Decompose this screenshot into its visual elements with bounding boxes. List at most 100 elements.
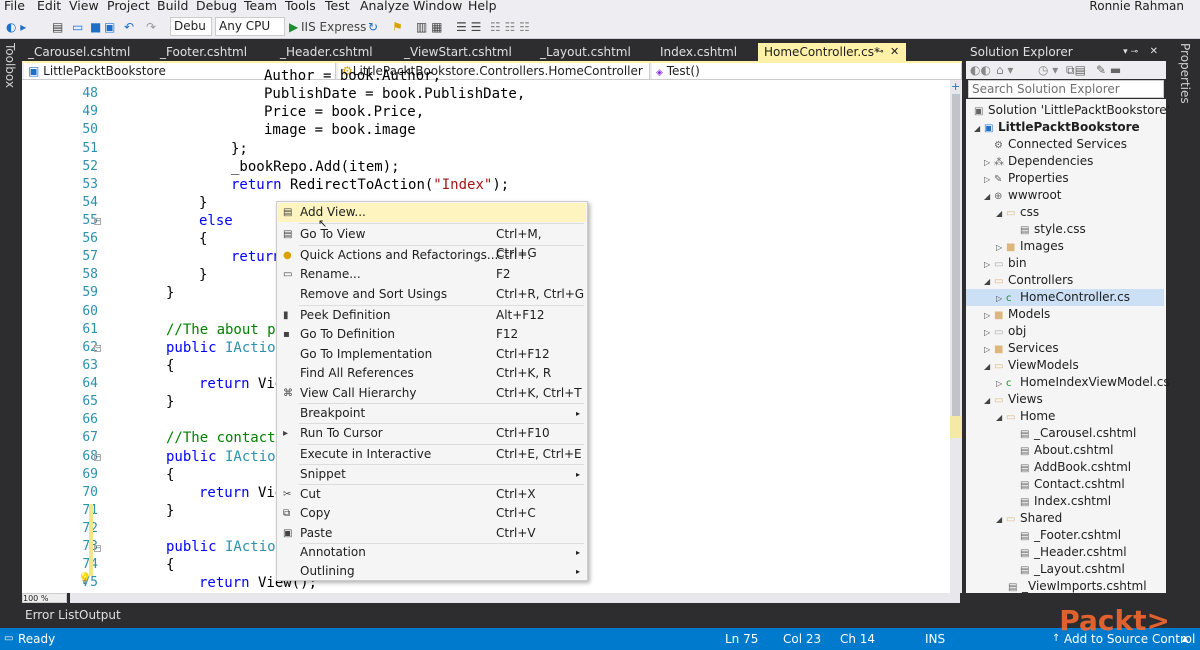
menu-item-view-call-hierarchy[interactable]: ⌘ View Call Hierarchy Ctrl+K, Ctrl+T [278, 384, 586, 403]
collapse-icon[interactable]: ◢ [996, 409, 1006, 426]
collapse-icon[interactable]: ◢ [984, 273, 994, 290]
expand-icon[interactable]: ▷ [984, 307, 994, 324]
close-icon[interactable]: ✕ [1150, 43, 1158, 61]
tree-item-obj[interactable]: ▷ ▭ obj [984, 323, 1026, 340]
tree-item-controllers[interactable]: ◢ ▭ Controllers [984, 272, 1073, 289]
dropdown-icon[interactable]: ▾ ⊸ [1123, 43, 1138, 61]
tab-footer[interactable]: _Footer.cshtml [154, 43, 272, 61]
collapse-icon[interactable]: ◢ [996, 205, 1006, 222]
tree-item-connected-services[interactable]: ⚙ Connected Services [994, 136, 1127, 153]
menu-item-run-to-cursor[interactable]: ▸ Run To Cursor Ctrl+F10 [278, 424, 586, 443]
redo-icon[interactable]: ↷ [146, 19, 156, 35]
undo-icon[interactable]: ↶ [124, 19, 134, 35]
tree-item-viewimports[interactable]: ▤ _ViewImports.cshtml [1008, 578, 1147, 595]
tree-item-dependencies[interactable]: ▷ ⁂ Dependencies [984, 153, 1093, 170]
format-icon[interactable]: ☰ ☰ [456, 19, 481, 35]
play-icon[interactable]: ▶ [289, 19, 298, 35]
platform-select[interactable]: Any CPU [215, 17, 285, 36]
collapse-icon[interactable]: ◢ [984, 188, 994, 205]
menu-item-quick-actions[interactable]: ● Quick Actions and Refactorings... Ctrl+. [278, 246, 586, 265]
sync-icon[interactable]: ◷ ▾ [1038, 62, 1058, 78]
menu-team[interactable]: Team [244, 0, 277, 13]
menu-edit[interactable]: Edit [37, 0, 61, 13]
menu-item-cut[interactable]: ✂ Cut Ctrl+X [278, 485, 586, 504]
tree-item-style-css[interactable]: ▤ style.css [1020, 221, 1086, 238]
menu-item-rename[interactable]: ▭ Rename... F2 [278, 265, 586, 284]
menu-analyze[interactable]: Analyze [360, 0, 409, 13]
expand-icon[interactable]: ▷ [984, 341, 994, 358]
tree-item-services[interactable]: ▷ ■ Services [984, 340, 1059, 357]
expand-icon[interactable]: ▷ [984, 256, 994, 273]
tab-output[interactable]: Output [79, 608, 121, 622]
menu-item-breakpoint[interactable]: Breakpoint ▸ [278, 404, 586, 423]
tree-item-project[interactable]: ◢ ▣ LittlePacktBookstore [974, 119, 1140, 136]
open-icon[interactable]: ▭ [72, 19, 83, 35]
tab-header[interactable]: _Header.cshtml [274, 43, 398, 61]
tab-layout[interactable]: _Layout.cshtml [534, 43, 652, 61]
toolbox-tab[interactable]: Toolbox [3, 43, 17, 88]
menu-test[interactable]: Test [325, 0, 350, 13]
collapse-all-icon[interactable]: ⧉▤ [1066, 62, 1086, 78]
tab-error-list[interactable]: Error List [25, 608, 79, 622]
collapse-icon[interactable]: ◢ [996, 511, 1006, 528]
tree-item-solution[interactable]: ▣ Solution 'LittlePacktBookstore' (1 [974, 102, 1186, 119]
menu-item-paste[interactable]: ▣ Paste Ctrl+V [278, 524, 586, 543]
back-icon[interactable]: ◐ ▸ [6, 19, 26, 35]
user-name[interactable]: Ronnie Rahman [1089, 0, 1184, 13]
member-dropdown[interactable]: ◈ Test() [652, 63, 962, 79]
run-button[interactable]: IIS Express [301, 19, 366, 35]
menu-item-outlining[interactable]: Outlining ▸ [278, 562, 586, 581]
collapse-icon[interactable]: − [94, 218, 101, 225]
tree-item-properties[interactable]: ▷ ✎ Properties [984, 170, 1069, 187]
solution-explorer-search[interactable]: Search Solution Explorer (Ctrl+;) ⚲ [968, 80, 1164, 112]
collapse-icon[interactable]: ◢ [984, 392, 994, 409]
tree-item-viewmodels[interactable]: ◢ ▭ ViewModels [984, 357, 1079, 374]
tab-carousel[interactable]: _Carousel.cshtml [22, 43, 150, 61]
menu-file[interactable]: File [4, 0, 25, 13]
expand-icon[interactable]: ▷ [996, 239, 1006, 256]
tree-item-wwwroot[interactable]: ◢ ⊕ wwwroot [984, 187, 1062, 204]
collapse-icon[interactable]: ◢ [984, 358, 994, 375]
tree-item-css[interactable]: ◢ ▭ css [996, 204, 1039, 221]
menu-debug[interactable]: Debug [196, 0, 237, 13]
vertical-scrollbar[interactable]: + [950, 80, 962, 593]
menu-item-remove-sort-usings[interactable]: Remove and Sort Usings Ctrl+R, Ctrl+G [278, 285, 586, 304]
tree-item-addbook[interactable]: ▤ AddBook.cshtml [1020, 459, 1131, 476]
comment-icon[interactable]: ☷ ☷ ☷ [490, 19, 530, 35]
save-all-icon[interactable]: ▣ [104, 19, 115, 35]
menu-project[interactable]: Project [107, 0, 150, 13]
expand-icon[interactable]: ▷ [984, 171, 994, 188]
tab-index[interactable]: Index.cshtml [654, 43, 758, 61]
expand-icon[interactable]: ▷ [996, 375, 1006, 392]
refresh-icon[interactable]: ↻ [368, 19, 378, 35]
menu-view[interactable]: View [69, 0, 99, 13]
menu-item-copy[interactable]: ⧉ Copy Ctrl+C [278, 504, 586, 523]
tree-item-index[interactable]: ▤ Index.cshtml [1020, 493, 1111, 510]
back-icon[interactable]: ◐◐ [970, 62, 991, 78]
zoom-select[interactable]: 100 % [22, 593, 67, 603]
step-icon[interactable]: ▥ ▦ [416, 19, 443, 35]
expand-icon[interactable]: ◢ [974, 120, 984, 137]
horizontal-scrollbar[interactable] [70, 593, 960, 603]
pin-icon[interactable]: ⊸ [876, 43, 884, 61]
menu-window[interactable]: Window [413, 0, 462, 13]
configuration-select[interactable]: Debu [170, 17, 212, 36]
browser-link-icon[interactable]: ⚑ [392, 19, 403, 35]
tree-item-carousel[interactable]: ▤ _Carousel.cshtml [1020, 425, 1136, 442]
menu-item-go-to-definition[interactable]: ▪ Go To Definition F12 [278, 325, 586, 344]
tree-item-homecontroller[interactable]: ▷ c HomeController.cs [966, 289, 1164, 306]
menu-item-snippet[interactable]: Snippet ▸ [278, 465, 586, 484]
lightbulb-icon[interactable]: 💡 [78, 572, 92, 585]
menu-build[interactable]: Build [157, 0, 188, 13]
tree-item-layout[interactable]: ▤ _Layout.cshtml [1020, 561, 1125, 578]
menu-item-annotation[interactable]: Annotation ▸ [278, 543, 586, 562]
chevron-up-icon[interactable]: ▲ [1182, 628, 1188, 650]
menu-item-peek-definition[interactable]: ▮ Peek Definition Alt+F12 [278, 306, 586, 325]
menu-item-go-to-implementation[interactable]: Go To Implementation Ctrl+F12 [278, 345, 586, 364]
new-project-icon[interactable]: ▤ [52, 19, 63, 35]
save-icon[interactable]: ■ [90, 19, 101, 35]
menu-item-find-all-references[interactable]: Find All References Ctrl+K, R [278, 364, 586, 383]
expand-icon[interactable]: ▷ [996, 290, 1006, 307]
menu-item-execute-interactive[interactable]: Execute in Interactive Ctrl+E, Ctrl+E [278, 445, 586, 464]
tree-item-models[interactable]: ▷ ■ Models [984, 306, 1050, 323]
